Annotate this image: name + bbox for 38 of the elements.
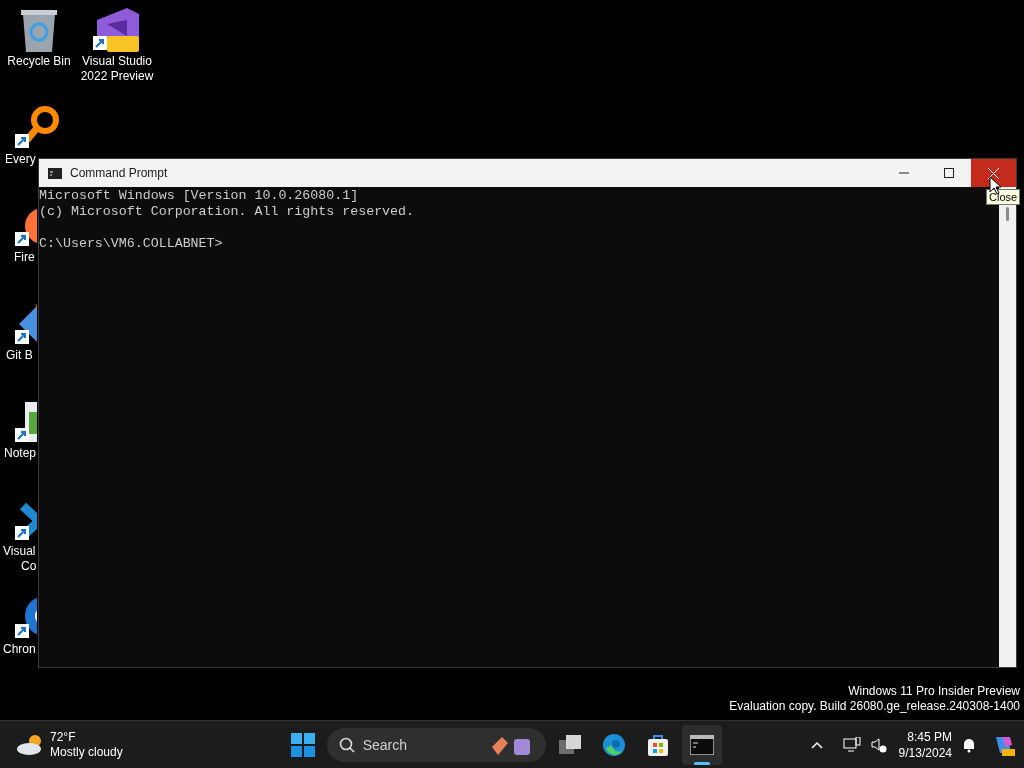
close-button[interactable] bbox=[971, 159, 1016, 187]
active-app-indicator bbox=[693, 761, 710, 765]
taskbar-app-button[interactable] bbox=[681, 724, 722, 765]
clock-date[interactable]: 9/13/2024 bbox=[898, 744, 952, 761]
desktop-icon-label: Visual Studio bbox=[82, 54, 152, 69]
desktop-icon-label: Every bbox=[5, 152, 36, 167]
command-prompt-line: C:\Users\VM6.COLLABNET> bbox=[39, 236, 224, 252]
command-prompt-icon bbox=[689, 734, 714, 755]
maximize-icon bbox=[943, 168, 954, 178]
search-icon bbox=[338, 736, 355, 753]
task-view-icon bbox=[557, 732, 582, 757]
muted-speaker-icon[interactable] bbox=[870, 736, 887, 753]
console-output-line: (c) Microsoft Corporation. All rights reserved. bbox=[39, 204, 416, 220]
store-bag-icon bbox=[645, 732, 670, 757]
windows-logo-icon bbox=[290, 732, 315, 757]
weather-condition: Mostly cloudy bbox=[50, 744, 123, 760]
desktop-icon-label: Recycle Bin bbox=[7, 54, 71, 69]
tooltip: Close bbox=[986, 189, 1021, 205]
network-icon[interactable] bbox=[842, 736, 861, 753]
close-icon bbox=[988, 167, 999, 179]
chevron-up-icon[interactable] bbox=[810, 740, 823, 749]
desktop-icon-label: Git B bbox=[6, 348, 33, 363]
desktop-icon-label: Fire bbox=[14, 250, 35, 265]
mouse-cursor-icon bbox=[989, 176, 1001, 195]
evaluation-notice: Evaluation copy. Build 26080.ge_release.240308-1400 bbox=[729, 699, 1020, 714]
command-prompt-icon bbox=[48, 167, 62, 179]
search-field[interactable]: Search bbox=[326, 727, 546, 762]
desktop-icon-label: 2022 Preview bbox=[80, 69, 154, 84]
clock-time[interactable]: 8:45 PM bbox=[907, 728, 952, 745]
notification-bell-icon[interactable] bbox=[962, 736, 976, 753]
cloud-sun-icon bbox=[16, 733, 44, 756]
desktop-icon-label: Notep bbox=[4, 446, 37, 461]
desktop-icon-label: Chron bbox=[3, 642, 36, 657]
desktop-icon-label: Co bbox=[21, 559, 37, 574]
desktop-icon-label: Visual bbox=[3, 544, 36, 559]
window-title: Command Prompt bbox=[70, 165, 168, 182]
evaluation-notice: Windows 11 Pro Insider Preview bbox=[848, 684, 1020, 699]
weather-temperature: 72°F bbox=[50, 729, 77, 745]
